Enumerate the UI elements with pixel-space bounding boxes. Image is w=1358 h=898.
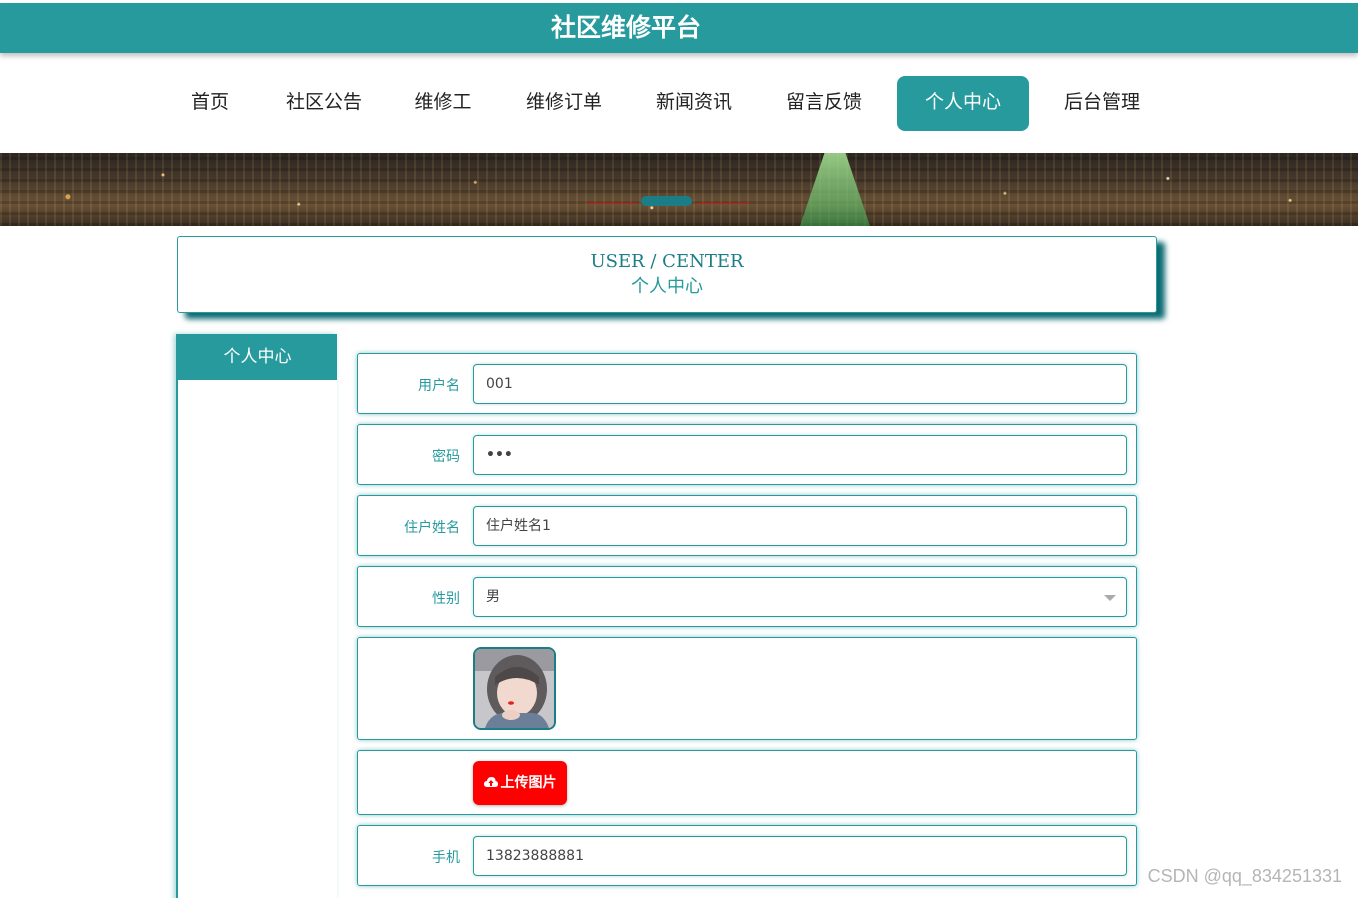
gender-select-value: 男 (486, 589, 500, 605)
form-row-password: 密码 ••• (357, 424, 1137, 485)
banner-city-texture (0, 153, 1358, 226)
nav-item-personal-center[interactable]: 个人中心 (897, 76, 1029, 131)
form-row-upload: 上传图片 (357, 750, 1137, 815)
upload-image-button[interactable]: 上传图片 (473, 761, 567, 805)
form-row-avatar (357, 637, 1137, 740)
nav-item-news[interactable]: 新闻资讯 (642, 76, 746, 131)
avatar-portrait-image (475, 649, 554, 728)
nav-item-announcements[interactable]: 社区公告 (272, 76, 376, 131)
resident-name-input[interactable]: 住户姓名1 (473, 506, 1127, 546)
cloud-upload-icon (483, 777, 498, 787)
form-row-phone: 手机 13823888881 (357, 825, 1137, 886)
gender-label: 性别 (432, 591, 460, 607)
upload-button-label: 上传图片 (500, 775, 557, 791)
nav-item-repair-orders[interactable]: 维修订单 (512, 76, 616, 131)
username-input[interactable]: 001 (473, 364, 1127, 404)
form-row-resident-name: 住户姓名 住户姓名1 (357, 495, 1137, 556)
site-header: 社区维修平台 (0, 3, 1358, 53)
password-label: 密码 (432, 449, 460, 465)
sidebar: 个人中心 (176, 334, 337, 898)
watermark: CSDN @qq_834251331 (1147, 866, 1342, 886)
nav-item-feedback[interactable]: 留言反馈 (772, 76, 876, 131)
phone-label: 手机 (432, 850, 460, 866)
slider-line-left (586, 203, 638, 204)
password-input[interactable]: ••• (473, 435, 1127, 475)
form-row-username: 用户名 001 (357, 353, 1137, 414)
page-title-cn: 个人中心 (631, 276, 703, 297)
main-nav: 首页 社区公告 维修工 维修订单 新闻资讯 留言反馈 个人中心 后台管理 (0, 76, 1358, 131)
nav-item-admin[interactable]: 后台管理 (1050, 76, 1154, 131)
slider-line-right (696, 203, 750, 204)
chevron-down-icon (1104, 595, 1116, 601)
resident-name-label: 住户姓名 (404, 520, 460, 536)
page-title-box: USER / CENTER 个人中心 (177, 236, 1157, 313)
avatar (473, 647, 556, 730)
username-label: 用户名 (418, 378, 460, 394)
page-title-en: USER / CENTER (590, 251, 744, 272)
form-row-gender: 性别 男 (357, 566, 1137, 627)
nav-item-home[interactable]: 首页 (173, 76, 247, 131)
nav-item-repairmen[interactable]: 维修工 (401, 76, 485, 131)
site-title: 社区维修平台 (550, 13, 701, 42)
slider-indicator-active[interactable] (641, 196, 692, 206)
banner-image (0, 153, 1358, 226)
gender-select[interactable]: 男 (473, 577, 1127, 617)
phone-input[interactable]: 13823888881 (473, 836, 1127, 876)
sidebar-item-personal-center[interactable]: 个人中心 (178, 334, 337, 380)
